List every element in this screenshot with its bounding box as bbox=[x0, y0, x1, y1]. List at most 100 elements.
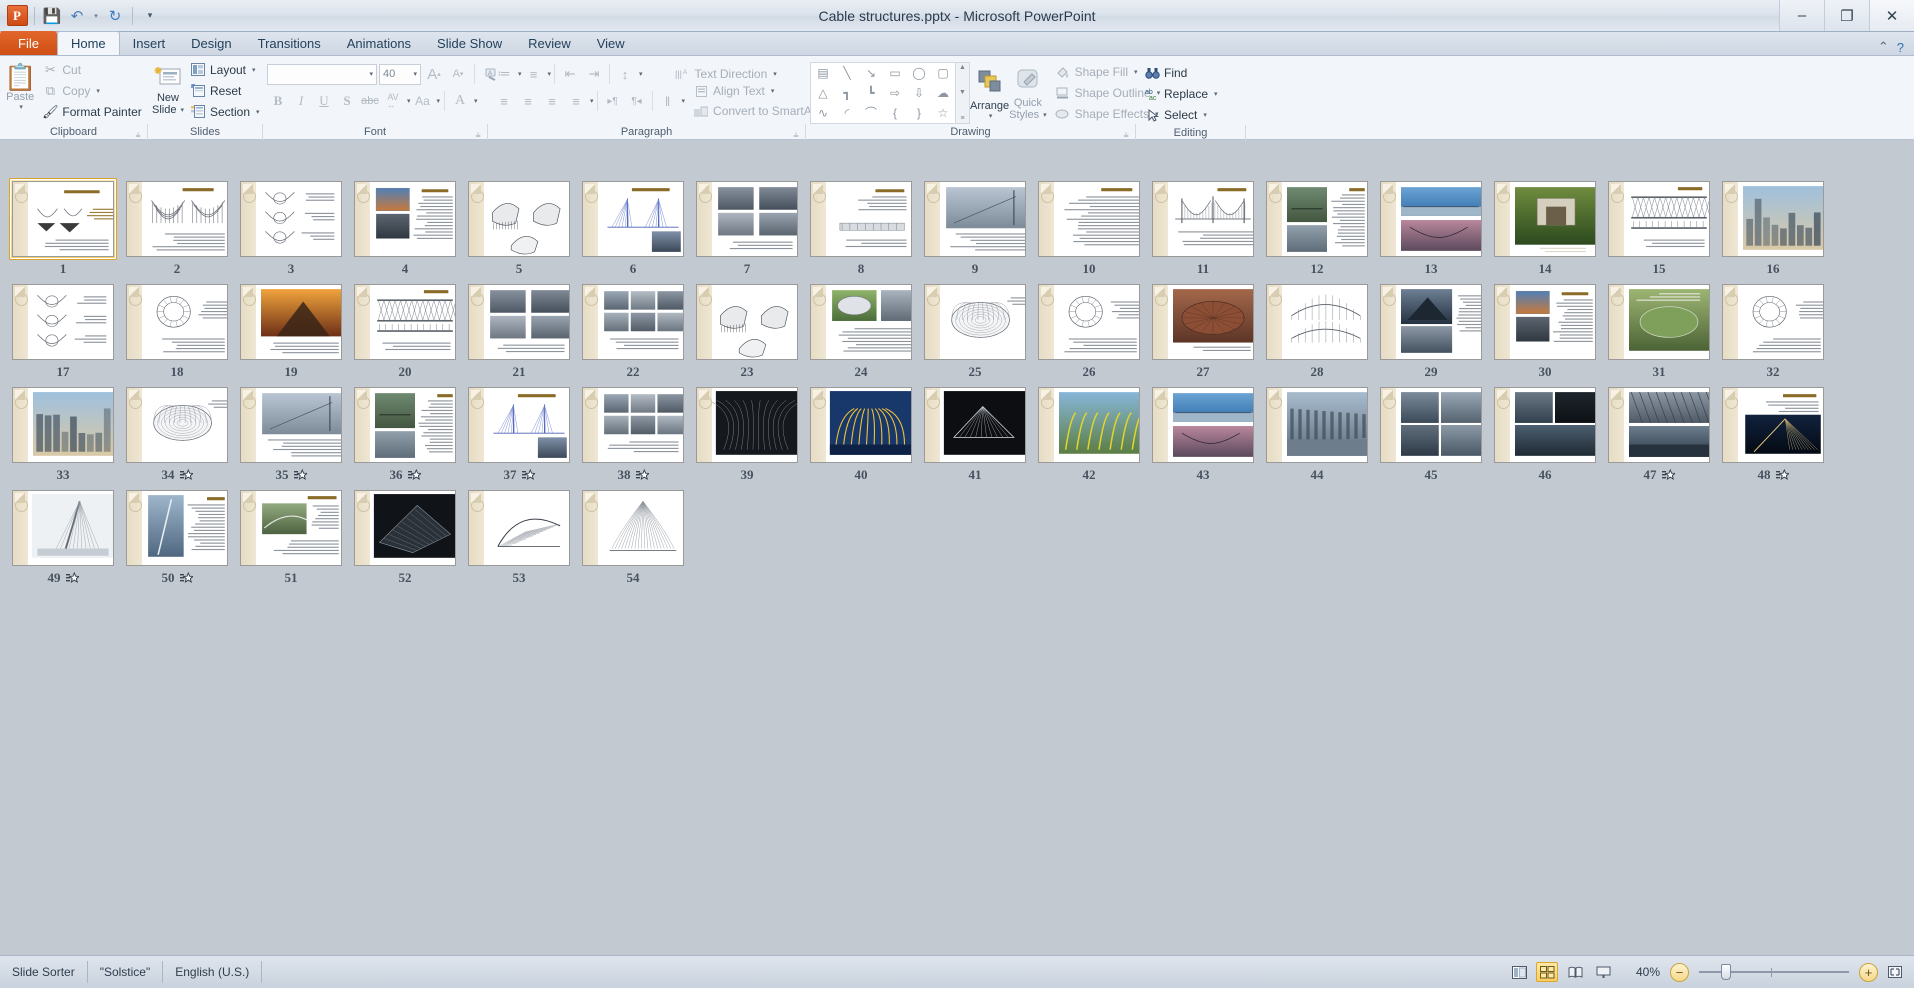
tab-transitions[interactable]: Transitions bbox=[245, 31, 334, 55]
slide-preview[interactable] bbox=[810, 387, 912, 463]
slide-thumbnail-frame[interactable] bbox=[921, 178, 1029, 260]
slide-thumbnail-6[interactable]: 6 bbox=[577, 178, 689, 278]
font-size-caret-icon[interactable]: ▾ bbox=[413, 70, 417, 78]
ltr-direction-button[interactable]: ▸¶ bbox=[601, 90, 625, 112]
slide-thumbnail-48[interactable]: 48 bbox=[1717, 384, 1829, 484]
slide-thumbnail-frame[interactable] bbox=[123, 178, 231, 260]
slide-thumbnail-frame[interactable] bbox=[579, 178, 687, 260]
slide-thumbnail-frame[interactable] bbox=[9, 281, 117, 363]
slide-preview[interactable] bbox=[696, 387, 798, 463]
slide-preview[interactable] bbox=[1038, 181, 1140, 257]
slide-thumbnail-frame[interactable] bbox=[1035, 178, 1143, 260]
slide-thumbnail-45[interactable]: 45 bbox=[1375, 384, 1487, 484]
animation-star-icon[interactable] bbox=[179, 572, 193, 585]
undo-icon[interactable]: ↶ bbox=[66, 5, 88, 27]
slide-preview[interactable] bbox=[924, 284, 1026, 360]
find-button[interactable]: Find bbox=[1140, 62, 1222, 83]
justify-caret-icon[interactable]: ▾ bbox=[590, 97, 594, 105]
rtl-direction-button[interactable]: ¶◂ bbox=[625, 90, 649, 112]
shape-scroll-down-icon[interactable]: ▼ bbox=[959, 89, 966, 96]
slide-thumbnail-frame[interactable] bbox=[1605, 384, 1713, 466]
slide-thumbnail-frame[interactable] bbox=[9, 178, 117, 260]
reset-button[interactable]: Reset bbox=[186, 80, 264, 101]
slide-thumbnail-51[interactable]: 51 bbox=[235, 487, 347, 587]
zoom-out-button[interactable]: − bbox=[1670, 962, 1689, 982]
slide-sorter-workspace[interactable]: 123 45 6 78 9 10 11 12 13 14 15 16 17 18 19 20 bbox=[0, 172, 1914, 955]
shape-oval-icon[interactable]: ◯ bbox=[907, 63, 931, 83]
layout-caret-icon[interactable]: ▾ bbox=[252, 66, 256, 74]
numbering-caret-icon[interactable]: ▾ bbox=[548, 70, 552, 78]
slide-preview[interactable] bbox=[1266, 387, 1368, 463]
slide-thumbnail-11[interactable]: 11 bbox=[1147, 178, 1259, 278]
slide-preview[interactable] bbox=[468, 284, 570, 360]
shape-scroll-up-icon[interactable]: ▲ bbox=[959, 64, 966, 71]
slide-thumbnail-frame[interactable] bbox=[1605, 281, 1713, 363]
shrink-font-button[interactable]: A ▾ bbox=[447, 63, 469, 85]
slide-preview[interactable] bbox=[12, 490, 114, 566]
animation-star-icon[interactable] bbox=[179, 469, 193, 482]
slide-thumbnail-21[interactable]: 21 bbox=[463, 281, 575, 381]
slide-preview[interactable] bbox=[696, 284, 798, 360]
zoom-slider-handle[interactable] bbox=[1721, 964, 1731, 980]
slide-preview[interactable] bbox=[12, 181, 114, 257]
section-caret-icon[interactable]: ▾ bbox=[256, 108, 260, 116]
slide-preview[interactable] bbox=[1608, 284, 1710, 360]
slide-thumbnail-frame[interactable] bbox=[465, 178, 573, 260]
shape-star-icon[interactable]: ☆ bbox=[931, 103, 955, 123]
slide-thumbnail-49[interactable]: 49 bbox=[7, 487, 119, 587]
redo-icon[interactable]: ↻ bbox=[104, 5, 126, 27]
character-spacing-button[interactable]: AV ↔ bbox=[382, 90, 404, 112]
shape-rectangle-icon[interactable]: ▭ bbox=[883, 63, 907, 83]
slide-thumbnail-frame[interactable] bbox=[1149, 384, 1257, 466]
quick-styles-caret-icon[interactable]: ▾ bbox=[1043, 111, 1047, 119]
slide-thumbnail-29[interactable]: 29 bbox=[1375, 281, 1487, 381]
slide-thumbnail-44[interactable]: 44 bbox=[1261, 384, 1373, 484]
slide-preview[interactable] bbox=[240, 284, 342, 360]
slide-preview[interactable] bbox=[810, 284, 912, 360]
font-name-input[interactable]: ▾ bbox=[267, 63, 377, 85]
grow-font-button[interactable]: A ▴ bbox=[423, 63, 445, 85]
font-dialog-launcher-icon[interactable]: ⫨ bbox=[473, 126, 483, 139]
decrease-indent-button[interactable]: ⇤ bbox=[558, 63, 582, 85]
slide-thumbnail-frame[interactable] bbox=[1149, 178, 1257, 260]
new-slide-caret-icon[interactable]: ▾ bbox=[180, 106, 184, 114]
slide-thumbnail-14[interactable]: 14 bbox=[1489, 178, 1601, 278]
paste-caret-icon[interactable]: ▾ bbox=[19, 103, 23, 111]
slide-thumbnail-46[interactable]: 46 bbox=[1489, 384, 1601, 484]
status-right-controls[interactable]: 40% − + bbox=[1508, 962, 1914, 982]
slide-thumbnail-53[interactable]: 53 bbox=[463, 487, 575, 587]
shape-freeform-icon[interactable]: ∿ bbox=[811, 103, 835, 123]
arrange-caret-icon[interactable]: ▾ bbox=[989, 112, 993, 120]
animation-star-icon[interactable] bbox=[521, 469, 535, 482]
slide-preview[interactable] bbox=[1380, 181, 1482, 257]
slide-show-view-button[interactable] bbox=[1592, 962, 1614, 982]
slide-preview[interactable] bbox=[1266, 181, 1368, 257]
slide-thumbnail-frame[interactable] bbox=[1491, 178, 1599, 260]
slide-preview[interactable] bbox=[582, 181, 684, 257]
slide-thumbnail-12[interactable]: 12 bbox=[1261, 178, 1373, 278]
align-left-button[interactable]: ≡ bbox=[492, 90, 516, 112]
animation-star-icon[interactable] bbox=[65, 572, 79, 585]
slide-thumbnail-19[interactable]: 19 bbox=[235, 281, 347, 381]
slide-thumbnail-frame[interactable] bbox=[1035, 384, 1143, 466]
slide-preview[interactable] bbox=[924, 181, 1026, 257]
drawing-dialog-launcher-icon[interactable]: ⫨ bbox=[1121, 126, 1131, 139]
slide-thumbnail-frame[interactable] bbox=[1719, 281, 1827, 363]
tab-view[interactable]: View bbox=[584, 31, 638, 55]
cut-button[interactable]: ✂ Cut bbox=[38, 59, 145, 80]
slide-thumbnail-frame[interactable] bbox=[237, 281, 345, 363]
slide-preview[interactable] bbox=[1152, 387, 1254, 463]
slide-thumbnail-frame[interactable] bbox=[237, 487, 345, 569]
change-case-caret-icon[interactable]: ▾ bbox=[437, 97, 441, 105]
undo-dropdown-caret-icon[interactable]: ▾ bbox=[91, 5, 101, 27]
align-center-button[interactable]: ≡ bbox=[516, 90, 540, 112]
shape-triangle-icon[interactable]: △ bbox=[811, 83, 835, 103]
slide-thumbnail-16[interactable]: 16 bbox=[1717, 178, 1829, 278]
slide-preview[interactable] bbox=[126, 387, 228, 463]
shape-cloud-icon[interactable]: ☁ bbox=[931, 83, 955, 103]
slide-preview[interactable] bbox=[468, 490, 570, 566]
shape-left-brace-icon[interactable]: { bbox=[883, 103, 907, 123]
paragraph-dialog-launcher-icon[interactable]: ⫨ bbox=[791, 126, 801, 139]
character-spacing-caret-icon[interactable]: ▾ bbox=[407, 97, 411, 105]
layout-button[interactable]: Layout ▾ bbox=[186, 59, 264, 80]
